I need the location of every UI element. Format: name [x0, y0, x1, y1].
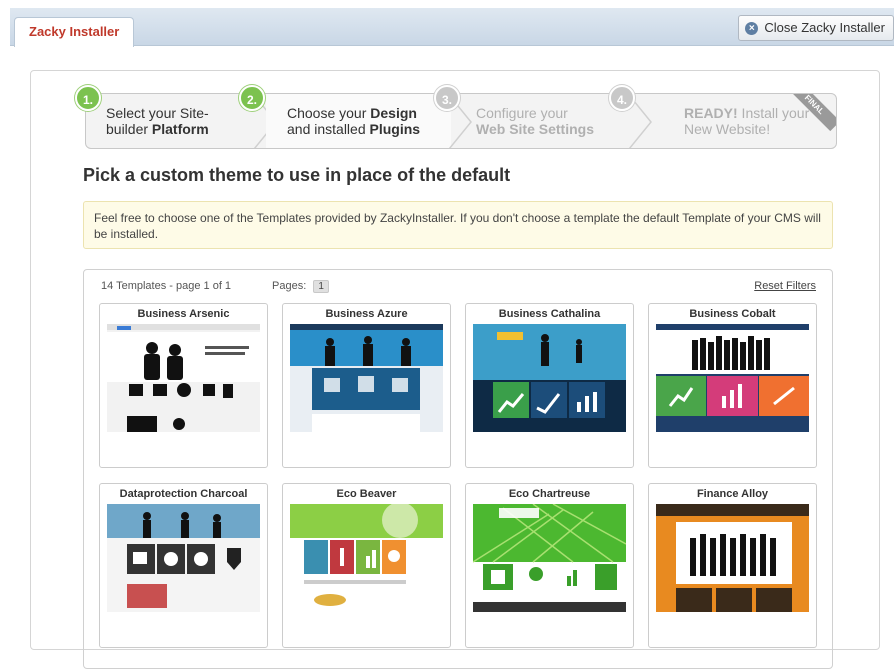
template-name: Finance Alloy	[696, 488, 769, 500]
template-card[interactable]: Business Cobalt	[648, 303, 817, 468]
template-thumbnail	[290, 324, 443, 432]
step-3-line2-bold: Web Site Settings	[476, 121, 594, 137]
template-name: Dataprotection Charcoal	[119, 488, 248, 500]
step-2-number: 2.	[239, 85, 265, 111]
pages-label: Pages:	[272, 280, 307, 292]
step-4-line1: Install your	[737, 105, 810, 121]
page-title: Pick a custom theme to use in place of t…	[83, 165, 511, 185]
step-1-line1: Select your Site-	[106, 105, 209, 121]
installer-panel: Select your Site- builder Platform Choos…	[30, 70, 880, 669]
step-4-line2: New Website!	[684, 121, 771, 137]
step-2-line2: and installed	[287, 121, 370, 137]
template-card[interactable]: Business Cathalina	[465, 303, 634, 468]
pagination: Pages: 1	[272, 280, 329, 293]
installer-header: Zacky Installer × Close Zacky Installer	[10, 8, 894, 47]
templates-panel: 14 Templates - page 1 of 1 Pages: 1 Rese…	[83, 269, 833, 669]
template-thumbnail	[107, 504, 260, 612]
step-3-number: 3.	[434, 85, 460, 111]
step-4-number: 4.	[609, 85, 635, 111]
template-thumbnail	[290, 504, 443, 612]
template-name: Business Arsenic	[137, 308, 230, 320]
step-2-line1-bold: Design	[370, 105, 417, 121]
step-2-line1: Choose your	[287, 105, 371, 121]
template-name: Business Cobalt	[689, 308, 776, 320]
close-installer-label: Close Zacky Installer	[764, 20, 885, 35]
template-thumbnail	[473, 324, 626, 432]
template-card[interactable]: Eco Beaver	[282, 483, 451, 648]
template-thumbnail	[656, 324, 809, 432]
page-1-link[interactable]: 1	[313, 280, 329, 293]
info-notice: Feel free to choose one of the Templates…	[83, 201, 833, 249]
template-name: Eco Beaver	[336, 488, 397, 500]
template-card[interactable]: Business Azure	[282, 303, 451, 468]
tab-zacky-installer[interactable]: Zacky Installer	[14, 17, 135, 47]
template-thumbnail	[473, 504, 626, 612]
template-card[interactable]: Dataprotection Charcoal	[99, 483, 268, 648]
reset-filters-link[interactable]: Reset Filters	[754, 280, 816, 292]
close-icon: ×	[745, 21, 759, 35]
step-design[interactable]: Choose your Design and installed Plugins	[266, 94, 451, 148]
template-name: Business Azure	[325, 308, 408, 320]
template-name: Business Cathalina	[498, 308, 601, 320]
template-card[interactable]: Eco Chartreuse	[465, 483, 634, 648]
step-1-line2: builder	[106, 121, 152, 137]
template-card[interactable]: Finance Alloy	[648, 483, 817, 648]
step-2-line2-bold: Plugins	[369, 121, 421, 137]
wizard-steps: Select your Site- builder Platform Choos…	[85, 93, 837, 149]
template-thumbnail	[656, 504, 809, 612]
step-1-number: 1.	[75, 85, 101, 111]
template-thumbnail	[107, 324, 260, 432]
template-name: Eco Chartreuse	[508, 488, 591, 500]
step-4-line1-bold: READY!	[684, 105, 738, 121]
template-card[interactable]: Business Arsenic	[99, 303, 268, 468]
close-installer-button[interactable]: × Close Zacky Installer	[738, 15, 894, 41]
step-1-line2-bold: Platform	[151, 121, 209, 137]
step-3-line1: Configure your	[476, 105, 568, 121]
templates-count: 14 Templates - page 1 of 1	[101, 280, 232, 292]
